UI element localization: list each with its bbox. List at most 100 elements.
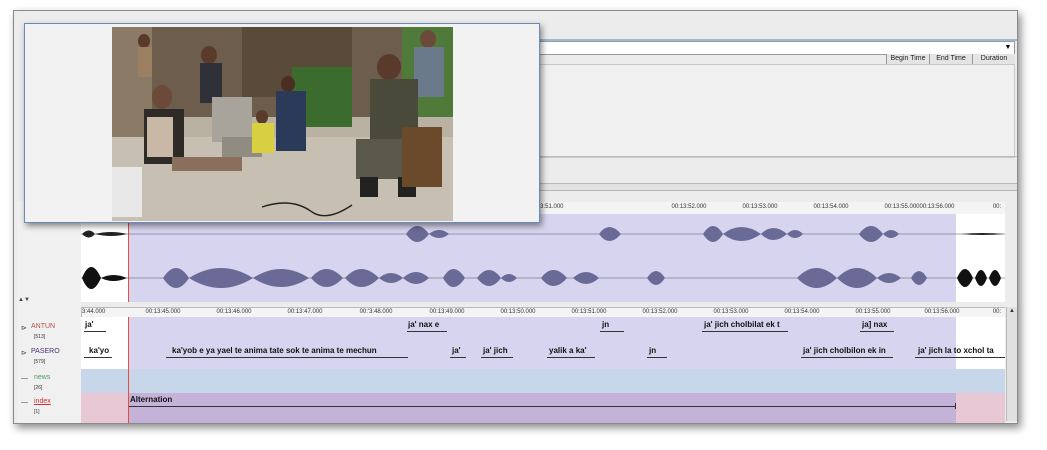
ruler-tick-label: 00:13:52.000	[671, 204, 707, 210]
waveform-burst	[101, 275, 127, 281]
video-player-window[interactable]	[24, 23, 540, 223]
annotation-span	[647, 357, 667, 358]
annotation-span	[481, 357, 513, 358]
tier-count-antun: [513]	[34, 334, 46, 340]
annotation[interactable]: ja] nax	[862, 320, 887, 329]
annotation-span	[915, 357, 1005, 358]
waveform-burst	[599, 227, 621, 241]
tier-row-pasero[interactable]: ka'yo ka'yob e ya yael te anima tate sok…	[81, 343, 1005, 369]
waveform-burst	[797, 268, 837, 288]
ruler-tick-label: 00:'3:48.000	[359, 309, 393, 315]
waveform-burst	[723, 227, 761, 241]
annotation-span	[166, 357, 408, 358]
annotation-span	[407, 331, 447, 332]
annotation-span	[600, 331, 624, 332]
ruler-tick-label: 00:13:53.000	[742, 204, 778, 210]
selection-region	[128, 393, 956, 423]
waveform-burst	[345, 269, 379, 287]
annotation[interactable]: ja' jich la to xchol ta	[918, 346, 994, 355]
annotation[interactable]: ja' jich cholbilat ek t	[704, 320, 780, 329]
waveform-burst	[311, 269, 343, 287]
waveform-burst	[787, 230, 803, 238]
tier-label-news[interactable]: news	[34, 374, 50, 381]
video-frame	[112, 27, 453, 221]
waveform-burst	[573, 272, 599, 284]
waveform-burst	[429, 230, 449, 238]
tier-count-pasero: [579]	[34, 359, 46, 365]
tier-row-antun[interactable]: ja' ja' nax e jn ja' jich cholbilat ek t…	[81, 317, 1005, 343]
waveform-burst	[859, 226, 883, 242]
column-header-begin-time[interactable]: Begin Time	[886, 54, 929, 64]
annotation[interactable]: Alternation	[130, 395, 172, 404]
ruler-tick-label: 00:13:51.000	[571, 309, 607, 315]
ruler-tick-label: 00:	[992, 309, 1002, 315]
annotation-span	[801, 357, 893, 358]
tier-label-index[interactable]: index	[34, 398, 51, 405]
ruler-tick-label: 00:	[992, 204, 1002, 210]
annotation[interactable]: ka'yob e ya yael te anima tate sok te an…	[172, 346, 377, 355]
waveform-burst	[403, 272, 429, 284]
annotation-boundary	[955, 403, 956, 409]
scroll-up-icon[interactable]: ▲	[1007, 307, 1017, 315]
tier-expand-icon[interactable]: ⊳	[21, 324, 27, 332]
annotation[interactable]: ja'	[85, 320, 94, 329]
annotation-span	[547, 357, 595, 358]
waveform-burst	[82, 267, 101, 289]
tier-select-dropdown[interactable]: ▼	[529, 41, 1015, 55]
annotation-table-body[interactable]	[528, 64, 1015, 158]
annotation-table-panel: ▼ Begin Time End Time Duration	[528, 11, 1017, 201]
annotation[interactable]: ka'yo	[89, 346, 109, 355]
annotation-span	[84, 331, 106, 332]
annotation-span	[702, 331, 788, 332]
waveform-burst	[989, 270, 1001, 286]
tier-count-news: [26]	[34, 385, 43, 391]
ruler-tick-label: 00:13:45.000	[145, 309, 181, 315]
dropdown-arrow-icon[interactable]: ▼	[1003, 42, 1013, 54]
tier-label-pasero[interactable]: PASERO	[31, 348, 60, 355]
column-header-duration[interactable]: Duration	[972, 54, 1015, 64]
waveform-burst	[975, 270, 987, 286]
annotation[interactable]: ja'	[452, 346, 461, 355]
waveform-burst	[189, 268, 253, 288]
column-header-end-time[interactable]: End Time	[929, 54, 972, 64]
waveform-svg	[81, 226, 1005, 289]
waveform-burst	[883, 230, 899, 238]
tier-row-index[interactable]: Alternation	[81, 393, 1005, 423]
ruler-tick-label: 00:13:49.000	[429, 309, 465, 315]
annotation[interactable]: jn	[649, 346, 656, 355]
annotation-span	[84, 357, 112, 358]
splitter-bar[interactable]	[528, 183, 1017, 191]
waveform-burst	[82, 230, 95, 238]
table-separator	[528, 156, 1017, 157]
annotation[interactable]: ja' nax e	[408, 320, 439, 329]
annotation-span	[128, 406, 956, 407]
annotation-span	[450, 357, 466, 358]
tier-row-news[interactable]	[81, 369, 1005, 393]
ruler-tick-label: 00:13:47.000	[287, 309, 323, 315]
waveform-burst	[477, 270, 501, 286]
tier-line-icon: —	[21, 399, 28, 406]
ruler-tick-label: 00:13:54.000	[813, 204, 849, 210]
playback-cursor-tiers	[128, 317, 129, 423]
ruler-tick-label: 00:13:55.000	[884, 204, 920, 210]
annotation[interactable]: ja' jich cholbilon ek in	[803, 346, 886, 355]
annotation[interactable]: yalik a ka'	[549, 346, 587, 355]
tier-line-icon: —	[21, 375, 28, 382]
ruler-tick-label: 00:13:53.000	[713, 309, 749, 315]
waveform-burst	[443, 269, 465, 287]
annotation[interactable]: jn	[602, 320, 609, 329]
ruler-tick-label: 00:13:56.000	[919, 204, 955, 210]
waveform-burst	[406, 226, 429, 242]
annotation-app-window: ▼ Begin Time End Time Duration 00:13:51.…	[13, 10, 1018, 424]
ruler-tick-label: 00:13:54.000	[784, 309, 820, 315]
tier-label-antun[interactable]: ANTUN	[31, 323, 55, 330]
tier-expand-icon[interactable]: ⊳	[21, 349, 27, 357]
waveform-burst	[647, 271, 665, 285]
collapse-arrow-icon[interactable]: ▲▼	[18, 297, 30, 303]
waveform-viewer[interactable]	[81, 214, 1005, 302]
waveform-burst	[541, 270, 567, 286]
tier-scrollbar[interactable]: ▲	[1006, 307, 1017, 421]
annotation[interactable]: ja' jich	[483, 346, 508, 355]
waveform-burst	[761, 228, 787, 240]
ruler-tick-label: 00:13:46.000	[216, 309, 252, 315]
